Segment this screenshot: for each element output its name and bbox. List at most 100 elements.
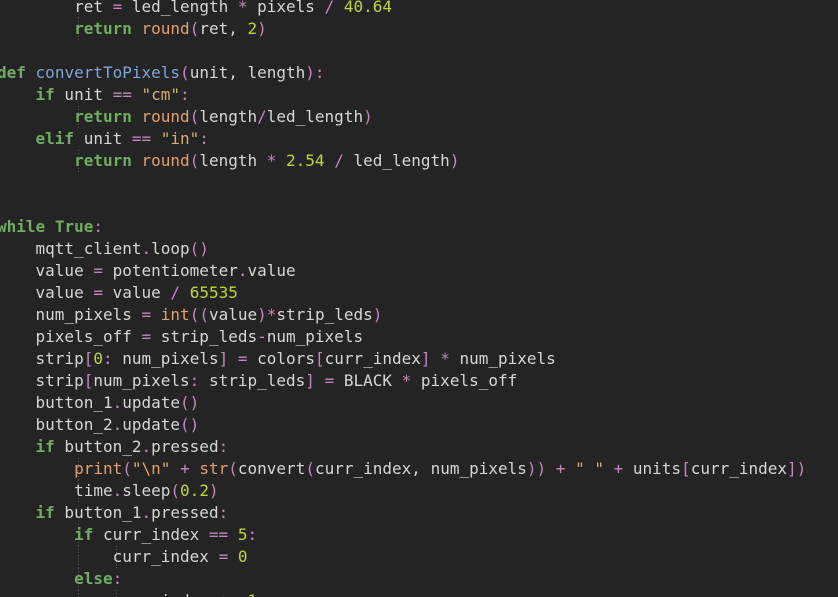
code-line[interactable] — [0, 194, 838, 216]
token-dot: . — [112, 481, 123, 500]
token-num: 0 — [93, 349, 103, 368]
code-line[interactable]: value = potentiometer.value — [0, 260, 838, 282]
token-id — [0, 371, 36, 390]
token-op: = — [324, 371, 335, 390]
token-op: / — [324, 0, 335, 16]
code-surface[interactable]: ret = led_length * pixels / 40.64 return… — [0, 0, 838, 597]
token-br: [ — [83, 371, 94, 390]
code-line-text: if unit == "cm": — [0, 84, 838, 106]
token-str: "in" — [160, 129, 200, 148]
token-br: ( — [189, 107, 200, 126]
code-line-text: else: — [0, 568, 838, 590]
code-line[interactable]: button_2.update() — [0, 414, 838, 436]
code-line[interactable] — [0, 40, 838, 62]
code-line[interactable]: if unit == "cm": — [0, 84, 838, 106]
code-line[interactable]: curr_index = 0 — [0, 546, 838, 568]
code-line[interactable]: else: — [0, 568, 838, 590]
code-line[interactable]: print("\n" + str(convert(curr_index, num… — [0, 458, 838, 480]
token-id — [0, 107, 74, 126]
code-editor[interactable]: ret = led_length * pixels / 40.64 return… — [0, 0, 838, 597]
code-line[interactable]: return round(ret, 2) — [0, 18, 838, 40]
code-line[interactable]: if button_1.pressed: — [0, 502, 838, 524]
token-id: num_pixels — [449, 349, 556, 368]
token-id: curr_index — [93, 525, 209, 544]
token-dot: . — [112, 393, 123, 412]
code-line[interactable]: if button_2.pressed: — [0, 436, 838, 458]
token-op: = — [93, 283, 103, 302]
token-id — [276, 151, 286, 170]
token-op: + — [180, 459, 190, 478]
token-id — [0, 305, 36, 324]
code-line[interactable]: num_pixels = int((value)*strip_leds) — [0, 304, 838, 326]
token-id — [604, 459, 614, 478]
token-num: 2.54 — [286, 151, 325, 170]
code-line[interactable]: button_1.update() — [0, 392, 838, 414]
token-num: 1 — [247, 591, 257, 597]
code-line-text: if button_2.pressed: — [0, 436, 838, 458]
code-line[interactable] — [0, 172, 838, 194]
code-line[interactable]: ret = led_length * pixels / 40.64 — [0, 0, 838, 18]
token-id: num_pixels — [430, 459, 527, 478]
token-id: loop — [151, 239, 190, 258]
token-id: strip — [35, 349, 84, 368]
token-id — [0, 85, 36, 104]
token-id — [132, 107, 142, 126]
token-id — [0, 547, 113, 566]
token-id: led_length — [266, 107, 364, 126]
token-id — [228, 547, 238, 566]
token-op: * — [266, 151, 277, 170]
code-line-text: strip[num_pixels: strip_leds] = BLACK * … — [0, 370, 838, 392]
token-id — [546, 459, 556, 478]
code-line[interactable]: time.sleep(0.2) — [0, 480, 838, 502]
token-id — [0, 569, 74, 588]
code-line[interactable]: elif unit == "in": — [0, 128, 838, 150]
token-id — [0, 129, 36, 148]
code-line[interactable]: mqtt_client.loop() — [0, 238, 838, 260]
token-id — [334, 0, 344, 16]
token-dot: . — [141, 437, 152, 456]
code-line-text: pixels_off = strip_leds-num_pixels — [0, 326, 838, 348]
token-kw: return — [74, 107, 132, 126]
token-br: ( — [305, 459, 315, 478]
token-id — [0, 19, 74, 38]
token-num: 0 — [237, 547, 248, 566]
token-id: curr_index — [113, 591, 219, 597]
token-op: = — [93, 261, 103, 280]
code-line-text: return round(length/led_length) — [0, 106, 838, 128]
code-line[interactable]: def convertToPixels(unit, length): — [0, 62, 838, 84]
code-line[interactable]: value = value / 65535 — [0, 282, 838, 304]
token-br: ) — [257, 305, 267, 324]
code-line[interactable]: return round(length * 2.54 / led_length) — [0, 150, 838, 172]
code-line-text: ret = led_length * pixels / 40.64 — [0, 0, 838, 18]
code-line[interactable]: if curr_index == 5: — [0, 524, 838, 546]
code-line[interactable]: pixels_off = strip_leds-num_pixels — [0, 326, 838, 348]
token-id — [0, 503, 36, 522]
code-line[interactable]: curr_index += 1 — [0, 590, 838, 597]
token-id: button_2 — [54, 437, 142, 456]
token-num: 40.64 — [343, 0, 392, 16]
token-defn: convertToPixels — [35, 63, 181, 82]
token-op: - — [257, 327, 267, 346]
token-id: pressed — [151, 437, 219, 456]
token-id: led_length — [343, 151, 450, 170]
code-line[interactable]: while True: — [0, 216, 838, 238]
code-line-text: button_2.update() — [0, 414, 838, 436]
token-kw: else — [74, 569, 113, 588]
token-op: : — [180, 85, 190, 104]
code-line[interactable]: strip[num_pixels: strip_leds] = BLACK * … — [0, 370, 838, 392]
code-line[interactable]: return round(length/led_length) — [0, 106, 838, 128]
token-id: sleep — [122, 481, 171, 500]
token-id: pixels_off — [35, 327, 142, 346]
token-op: = — [112, 0, 123, 16]
token-op: * — [401, 371, 412, 390]
token-id — [315, 371, 325, 390]
token-str: " " — [575, 459, 604, 478]
token-esc: \n — [141, 459, 161, 478]
token-br: ( — [228, 459, 238, 478]
token-id: BLACK — [334, 371, 402, 390]
code-line[interactable]: strip[0: num_pixels] = colors[curr_index… — [0, 348, 838, 370]
token-id — [228, 349, 238, 368]
token-id: length — [199, 151, 267, 170]
token-op: = — [237, 349, 248, 368]
token-id — [0, 151, 74, 170]
